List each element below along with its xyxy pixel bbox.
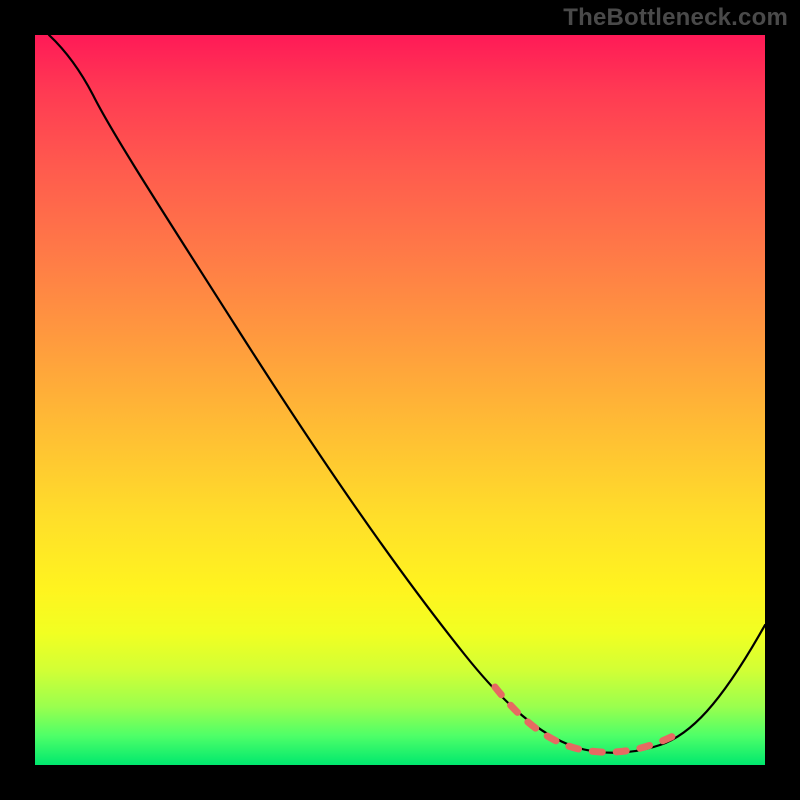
watermark-text: TheBottleneck.com [563, 4, 788, 32]
curve-svg [35, 35, 765, 765]
bottleneck-curve [49, 35, 765, 753]
chart-frame: TheBottleneck.com [0, 0, 800, 800]
optimal-range-dash [495, 687, 683, 752]
plot-area [35, 35, 765, 765]
